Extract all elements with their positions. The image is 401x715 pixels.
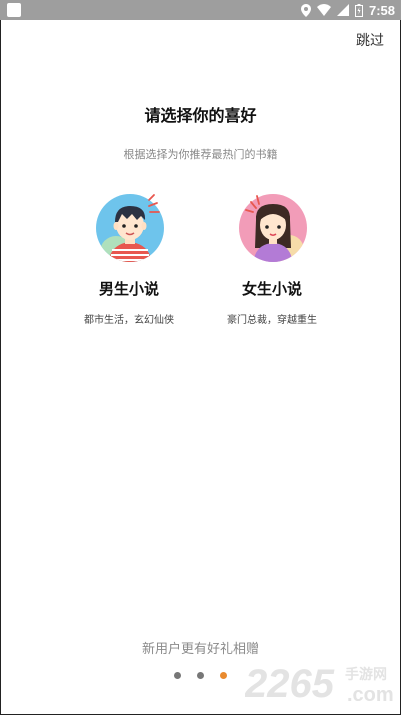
female-avatar-icon bbox=[239, 194, 307, 262]
page-indicator bbox=[174, 672, 227, 682]
female-novel-tags: 豪门总裁，穿越重生 bbox=[227, 315, 317, 326]
location-icon bbox=[300, 3, 311, 17]
page-dot-1 bbox=[174, 672, 181, 679]
watermark-domain: .com bbox=[347, 684, 394, 706]
female-novel-option[interactable]: 女生小说 豪门总裁，穿越重生 bbox=[202, 192, 342, 332]
female-novel-title: 女生小说 bbox=[241, 280, 302, 298]
male-novel-tags: 都市生活，玄幻仙侠 bbox=[84, 315, 174, 326]
watermark-suffix: 手游网 bbox=[345, 666, 387, 683]
status-time: 7:58 bbox=[368, 2, 395, 18]
page-subtitle: 根据选择为你推荐最热门的书籍 bbox=[123, 148, 278, 161]
male-novel-title: 男生小说 bbox=[98, 280, 159, 298]
male-novel-option[interactable]: 男生小说 都市生活，玄幻仙侠 bbox=[59, 192, 199, 332]
watermark-number: 2265 bbox=[245, 662, 335, 706]
page-title: 请选择你的喜好 bbox=[144, 106, 257, 125]
battery-icon bbox=[354, 3, 363, 17]
wifi-icon bbox=[316, 4, 331, 16]
signal-icon bbox=[336, 4, 349, 16]
new-user-gift-text: 新用户更有好礼相赠 bbox=[141, 642, 259, 657]
status-bar: 7:58 bbox=[0, 0, 401, 20]
page-dot-2 bbox=[197, 672, 204, 679]
page-dot-3-active bbox=[220, 672, 227, 679]
app-notification-icon bbox=[7, 3, 21, 17]
status-icons: 7:58 bbox=[300, 0, 395, 20]
site-watermark: 2265 手游网 .com bbox=[245, 662, 394, 706]
skip-button[interactable]: 跳过 bbox=[356, 30, 384, 50]
male-avatar-icon bbox=[96, 194, 164, 262]
